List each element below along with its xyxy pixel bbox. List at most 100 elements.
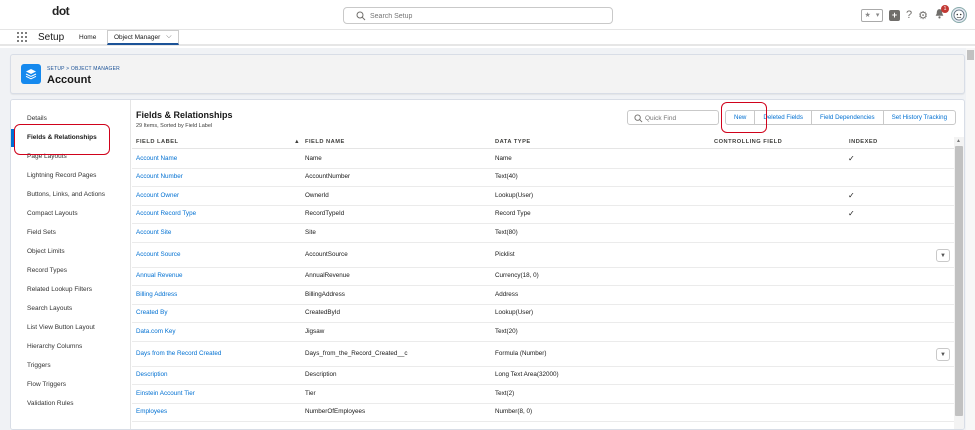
field-label-link[interactable]: Account Name	[136, 155, 177, 162]
field-name: OwnerId	[305, 191, 329, 199]
search-icon	[356, 11, 366, 21]
field-dependencies-button[interactable]: Field Dependencies	[810, 110, 884, 125]
star-icon: ★	[864, 12, 871, 19]
field-name: CreatedById	[305, 309, 341, 317]
sidebar-item[interactable]: Field Sets	[11, 224, 131, 242]
quick-find[interactable]	[627, 110, 719, 125]
global-search[interactable]	[343, 7, 613, 24]
sidebar-item[interactable]: Related Lookup Filters	[11, 281, 131, 299]
gear-icon[interactable]: ⚙	[918, 9, 928, 22]
field-label-link[interactable]: Account Site	[136, 229, 171, 236]
section-subtitle: 29 Items, Sorted by Field Label	[136, 123, 213, 129]
table-scrollbar[interactable]: ▲	[954, 137, 964, 429]
user-avatar-icon	[953, 9, 965, 21]
sidebar-item[interactable]: Buttons, Links, and Actions	[11, 186, 131, 204]
row-actions-chevron-icon[interactable]: ▼	[936, 248, 950, 262]
object-content-card: Details Fields & Relationships Page Layout…	[10, 99, 965, 430]
field-label-link[interactable]: Account Record Type	[136, 210, 196, 217]
field-label-link[interactable]: Einstein Account Tier	[136, 390, 195, 397]
table-row: Account Number AccountNumber Text(40)	[132, 169, 954, 187]
table-row: Account Name Name Name ✓	[132, 150, 954, 169]
window-scrollbar[interactable]	[966, 48, 975, 430]
section-button-group: New Deleted Fields Field Dependencies Se…	[725, 110, 957, 125]
field-label-link[interactable]: Description	[136, 371, 168, 378]
column-header-indexed[interactable]: INDEXED	[849, 139, 878, 145]
field-name: Tier	[305, 389, 316, 397]
chevron-down-icon[interactable]: ⌵	[166, 33, 171, 41]
sidebar-item[interactable]: Search Layouts	[11, 300, 131, 318]
table-row: Account Owner OwnerId Lookup(User) ✓	[132, 187, 954, 206]
column-header-field-name[interactable]: FIELD NAME	[305, 139, 345, 145]
set-history-tracking-button[interactable]: Set History Tracking	[882, 110, 957, 125]
row-actions-chevron-icon[interactable]: ▼	[936, 347, 950, 361]
field-label-link[interactable]: Account Number	[136, 173, 183, 180]
tab-object-manager[interactable]: Object Manager ⌵	[107, 30, 179, 45]
table-row: Days from the Record Created Days_from_th…	[132, 342, 954, 367]
column-header-field-label[interactable]: FIELD LABEL	[136, 139, 178, 145]
object-sidebar: Details Fields & Relationships Page Layout…	[11, 100, 131, 429]
field-label-link[interactable]: Annual Revenue	[136, 272, 183, 279]
field-name: Site	[305, 228, 316, 236]
field-name: Jigsaw	[305, 327, 325, 335]
tab-object-manager-label: Object Manager	[114, 33, 161, 41]
bell-icon[interactable]: 1	[934, 5, 949, 22]
field-label-link[interactable]: Billing Address	[136, 291, 177, 298]
window-scrollbar-thumb[interactable]	[967, 50, 974, 60]
nav-home-link[interactable]: Home	[79, 34, 96, 41]
scroll-up-icon[interactable]: ▲	[956, 138, 961, 144]
sidebar-item[interactable]: Triggers	[11, 357, 131, 375]
sidebar-item[interactable]: Details	[11, 110, 131, 128]
table-row: Description Description Long Text Area(320…	[132, 367, 954, 385]
sidebar-item[interactable]: Fields & Relationships	[11, 129, 131, 147]
field-label-link[interactable]: Employees	[136, 408, 167, 415]
data-type: Formula (Number)	[495, 349, 547, 357]
table-scrollbar-thumb[interactable]	[955, 146, 963, 416]
app-nav-bar: Setup Home Object Manager ⌵	[0, 30, 975, 46]
data-type: Text(80)	[495, 228, 518, 236]
avatar[interactable]	[951, 7, 967, 23]
sidebar-item[interactable]: Validation Rules	[11, 395, 131, 413]
layers-icon	[21, 64, 41, 84]
layers-shape	[25, 69, 37, 80]
sort-ascending-icon[interactable]: ▲	[294, 139, 300, 145]
notification-badge: 1	[941, 5, 949, 13]
field-name: Days_from_the_Record_Created__c	[305, 349, 408, 357]
sidebar-item[interactable]: Page Layouts	[11, 148, 131, 166]
field-label-link[interactable]: Data.com Key	[136, 328, 176, 335]
global-search-input[interactable]	[370, 9, 600, 23]
sidebar-item[interactable]: Compact Layouts	[11, 205, 131, 223]
data-type: Name	[495, 154, 512, 162]
header-utility-icons: ★ ▾ + ? ⚙ 1	[861, 5, 967, 24]
data-type: Picklist	[495, 250, 515, 258]
field-label-link[interactable]: Created By	[136, 309, 168, 316]
deleted-fields-button[interactable]: Deleted Fields	[754, 110, 812, 125]
favorites-button[interactable]: ★ ▾	[861, 8, 883, 22]
app-launcher-icon[interactable]	[17, 32, 27, 42]
field-name: AccountNumber	[305, 173, 351, 181]
page-title: Account	[47, 74, 91, 86]
field-label-link[interactable]: Account Source	[136, 251, 180, 258]
help-icon[interactable]: ?	[906, 9, 912, 21]
sidebar-item[interactable]: Lightning Record Pages	[11, 167, 131, 185]
org-logo[interactable]: dot	[52, 4, 70, 18]
field-label-link[interactable]: Account Owner	[136, 192, 179, 199]
sidebar-item[interactable]: Object Limits	[11, 243, 131, 261]
data-type: Lookup(User)	[495, 191, 534, 199]
quick-find-input[interactable]	[645, 112, 715, 124]
section-title: Fields & Relationships	[136, 110, 233, 120]
breadcrumb[interactable]: SETUP > OBJECT MANAGER	[47, 66, 120, 72]
sidebar-item[interactable]: Hierarchy Columns	[11, 338, 131, 356]
column-header-controlling-field[interactable]: CONTROLLING FIELD	[714, 139, 782, 145]
new-button[interactable]: New	[725, 110, 756, 125]
field-label-link[interactable]: Days from the Record Created	[136, 350, 221, 357]
sidebar-item[interactable]: Record Types	[11, 262, 131, 280]
sidebar-item[interactable]: Flow Triggers	[11, 376, 131, 394]
fields-relationships-panel: Fields & Relationships 29 Items, Sorted …	[132, 100, 964, 429]
field-name: Description	[305, 371, 337, 379]
field-name: AccountSource	[305, 250, 348, 258]
column-header-data-type[interactable]: DATA TYPE	[495, 139, 531, 145]
table-row: Annual Revenue AnnualRevenue Currency(18, …	[132, 268, 954, 286]
global-actions-plus-icon[interactable]: +	[889, 9, 900, 21]
sidebar-item[interactable]: List View Button Layout	[11, 319, 131, 337]
data-type: Text(2)	[495, 389, 515, 397]
